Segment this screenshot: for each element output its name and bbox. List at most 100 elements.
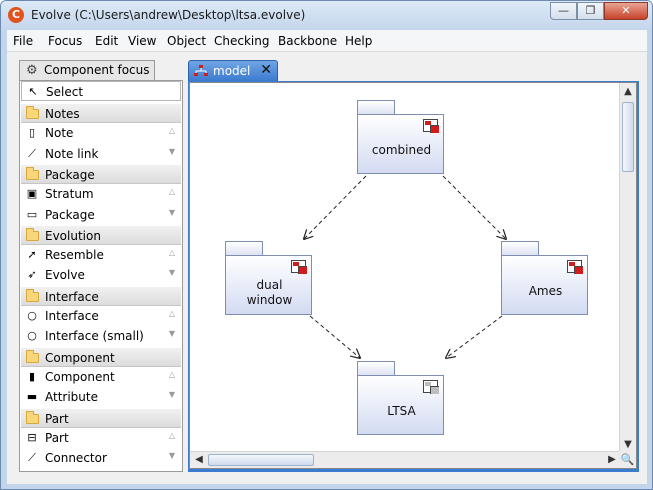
collapse-up-icon[interactable]: △ — [169, 370, 175, 379]
palette-tool-select[interactable]: ↖ Select — [21, 81, 181, 101]
collapse-up-icon[interactable]: △ — [169, 187, 175, 196]
edge-ames-ltsa[interactable] — [446, 315, 503, 358]
collapse-up-icon[interactable]: △ — [169, 126, 175, 135]
folder-icon — [26, 106, 39, 119]
package-label: LTSA — [387, 404, 416, 418]
palette-drawer-notes[interactable]: Notes — [21, 103, 181, 123]
palette-item-label: Evolution — [45, 228, 101, 243]
note-link-icon: ⟋ — [28, 146, 36, 160]
palette-tool-evolve[interactable]: ➶ Evolve ▼ — [21, 265, 181, 285]
collapse-up-icon[interactable]: △ — [169, 248, 175, 257]
palette-tool-resemble[interactable]: ➚ Resemble △ — [21, 245, 181, 265]
scroll-up-button[interactable]: ▲ — [620, 84, 636, 100]
tab-model[interactable]: model ✕ — [188, 60, 278, 81]
package-body: dual window — [225, 255, 312, 315]
expand-down-icon[interactable]: ▼ — [169, 329, 175, 338]
menu-view[interactable]: View — [128, 34, 156, 48]
folder-icon — [26, 349, 39, 363]
gear-icon: ⚙ — [26, 63, 38, 78]
close-tab-icon[interactable]: ✕ — [260, 62, 272, 78]
attribute-icon: ▬ — [26, 390, 38, 404]
expand-down-icon[interactable]: ▼ — [169, 451, 175, 460]
palette-item-label: Interface — [45, 289, 99, 304]
palette-item-label: Notes — [45, 107, 80, 121]
palette-drawer-interface[interactable]: Interface — [21, 285, 181, 306]
palette-drawer-evolution[interactable]: Evolution — [21, 224, 181, 245]
palette-tool-note[interactable]: ▯ Note △ — [21, 123, 181, 143]
collapse-up-icon[interactable]: △ — [169, 431, 175, 440]
palette-item-label: Resemble — [45, 248, 104, 263]
vertical-scrollbar[interactable]: ▲ ▼ — [619, 83, 636, 453]
palette-tool-attribute[interactable]: ▬ Attribute ▼ — [21, 387, 181, 407]
collapse-up-icon[interactable]: △ — [169, 309, 175, 318]
edge-combined-dual[interactable] — [304, 175, 367, 239]
palette-drawer-part[interactable]: Part — [21, 407, 181, 428]
folder-icon — [26, 166, 39, 180]
menu-checking[interactable]: Checking — [214, 34, 269, 48]
component-badge-icon — [291, 260, 307, 274]
edge-dual-ltsa[interactable] — [309, 315, 360, 358]
horizontal-scrollbar[interactable]: ◀ ▶ — [190, 451, 620, 468]
menu-focus[interactable]: Focus — [48, 34, 82, 48]
palette-item-label: Connector — [45, 451, 107, 466]
diagram-canvas[interactable]: combined dual window Ames LTSA ▲ ▼ ◀ ▶ 🔍 — [189, 82, 637, 469]
scroll-right-button[interactable]: ▶ — [604, 452, 620, 468]
palette-tool-connector[interactable]: ⟋ Connector ▼ — [21, 448, 181, 468]
expand-down-icon[interactable]: ▼ — [169, 268, 175, 277]
package-tab — [225, 241, 263, 255]
palette-item-label: Interface — [45, 309, 99, 323]
package-label: combined — [371, 143, 432, 157]
stratum-icon: ▣ — [26, 187, 38, 201]
palette-drawer-component[interactable]: Component — [21, 346, 181, 367]
palette-tool-interface-small[interactable]: ○ Interface (small) ▼ — [21, 326, 181, 346]
palette-item-label: Note — [45, 126, 74, 141]
menu-help[interactable]: Help — [345, 34, 372, 48]
palette-item-label: Stratum — [45, 187, 94, 202]
maximize-button[interactable]: ❐ — [577, 2, 604, 20]
palette-item-label: Note link — [45, 146, 99, 161]
palette-item-label: Part — [45, 430, 69, 445]
palette-item-label: Select — [46, 85, 84, 99]
palette-item-label: Evolve — [45, 268, 85, 283]
edge-combined-ames[interactable] — [442, 175, 506, 239]
component-badge-icon — [567, 260, 583, 274]
horizontal-scroll-thumb[interactable] — [208, 454, 314, 466]
vertical-scroll-thumb[interactable] — [622, 102, 634, 172]
palette-item-label: Attribute — [45, 390, 98, 405]
palette-item-label: Package — [45, 207, 95, 222]
component-badge-icon — [423, 380, 439, 394]
palette-tool-stratum[interactable]: ▣ Stratum △ — [21, 184, 181, 204]
expand-down-icon[interactable]: ▼ — [169, 208, 175, 217]
editor-frame: combined dual window Ames LTSA ▲ ▼ ◀ ▶ 🔍 — [188, 81, 639, 472]
palette-tool-note-link[interactable]: ⟋ Note link ▼ — [21, 144, 181, 164]
menu-file[interactable]: File — [13, 34, 33, 48]
palette-item-label: Package — [45, 167, 95, 182]
expand-down-icon[interactable]: ▼ — [169, 390, 175, 399]
menu-bar: File Focus Edit View Object Checking Bac… — [7, 30, 647, 52]
close-button[interactable]: ✕ — [604, 2, 648, 20]
palette-item-label: Part — [45, 411, 69, 426]
connector-icon: ⟋ — [28, 451, 36, 465]
palette-tool-component[interactable]: ▮ Component △ — [21, 367, 181, 387]
scroll-left-button[interactable]: ◀ — [191, 452, 207, 468]
menu-edit[interactable]: Edit — [95, 34, 118, 48]
zoom-icon[interactable]: 🔍 — [619, 451, 636, 468]
tab-component-focus[interactable]: ⚙ Component focus — [19, 60, 155, 80]
menu-backbone[interactable]: Backbone — [278, 34, 337, 48]
palette-drawer-package[interactable]: Package — [21, 163, 181, 184]
component-icon: ▮ — [28, 369, 36, 383]
minimize-button[interactable]: — — [550, 2, 577, 20]
arrow-cursor-icon: ↖ — [28, 85, 38, 98]
palette-tool-part[interactable]: ⊟ Part △ — [21, 428, 181, 448]
folder-icon — [26, 410, 39, 424]
folder-icon — [26, 227, 39, 241]
palette-tool-interface[interactable]: ○ Interface △ — [21, 306, 181, 326]
palette-item-label: Interface (small) — [45, 329, 144, 344]
diagram-icon — [194, 65, 208, 76]
component-badge-icon — [423, 119, 439, 133]
menu-object[interactable]: Object — [167, 34, 206, 48]
title-bar[interactable]: C Evolve (C:\Users\andrew\Desktop\ltsa.e… — [1, 1, 652, 30]
tool-palette: ↖ Select Notes ▯ Note △ ⟋ Note link ▼ Package ▣ Str… — [19, 80, 183, 472]
palette-tool-package[interactable]: ▭ Package ▼ — [21, 205, 181, 225]
expand-down-icon[interactable]: ▼ — [169, 147, 175, 156]
